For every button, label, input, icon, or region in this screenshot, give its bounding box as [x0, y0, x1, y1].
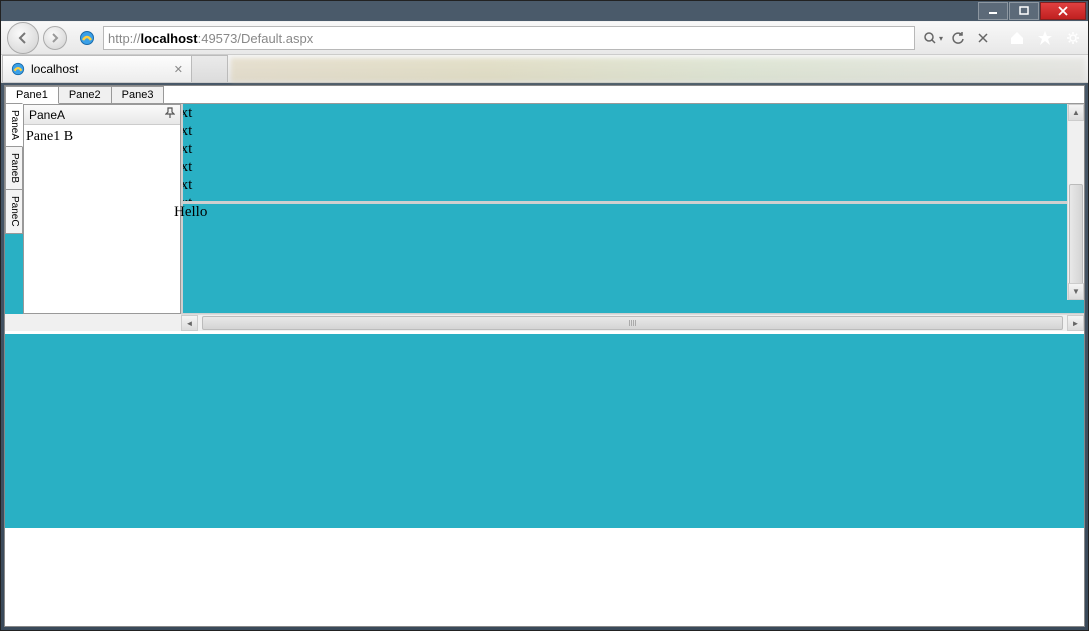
- pane-popout: PaneA Pane1 B: [23, 104, 181, 314]
- maximize-button[interactable]: [1009, 2, 1039, 20]
- hscroll-thumb[interactable]: [202, 316, 1063, 330]
- text-line: ext: [183, 140, 1084, 158]
- text-line: ext: [183, 122, 1084, 140]
- new-tab-button[interactable]: [192, 55, 228, 82]
- browser-tab-strip: localhost ✕: [1, 55, 1088, 83]
- text-block-top: ext ext ext ext ext ext: [183, 104, 1084, 204]
- horizontal-scrollbar[interactable]: ◄ ►: [181, 314, 1084, 331]
- stop-button[interactable]: [972, 27, 994, 49]
- app-tab-strip: Pane1 Pane2 Pane3: [5, 86, 1084, 104]
- hscroll-grip-icon: [629, 320, 637, 326]
- hscroll-row: ◄ ►: [5, 314, 1084, 331]
- hello-block: Hello: [183, 204, 1084, 314]
- upper-split: PaneA PaneB PaneC PaneA Pane1 B ext ext: [5, 104, 1084, 314]
- pane-title: PaneA: [29, 108, 65, 122]
- app-tab-pane2[interactable]: Pane2: [58, 86, 112, 103]
- address-bar[interactable]: http://localhost:49573/Default.aspx: [103, 26, 915, 50]
- favorites-icon[interactable]: [1036, 29, 1054, 47]
- url-path: :49573/Default.aspx: [198, 31, 314, 46]
- forward-button[interactable]: [43, 26, 67, 50]
- ie-favicon-icon: [11, 62, 25, 76]
- right-column: ext ext ext ext ext ext Hello ▲ ▼: [181, 104, 1084, 314]
- scroll-right-icon[interactable]: ►: [1067, 315, 1084, 331]
- text-line: ext: [183, 176, 1084, 194]
- pane-header[interactable]: PaneA: [24, 105, 180, 125]
- hello-text: Hello: [174, 204, 1084, 221]
- browser-tab-localhost[interactable]: localhost ✕: [2, 55, 192, 82]
- back-button[interactable]: [7, 22, 39, 54]
- dock-tab-paneb[interactable]: PaneB: [5, 146, 23, 190]
- dock-tab-panea[interactable]: PaneA: [5, 103, 23, 147]
- text-line: ext: [183, 194, 1084, 204]
- search-button[interactable]: ▾: [922, 27, 944, 49]
- pane-body: Pane1 B: [24, 125, 180, 313]
- home-icon[interactable]: [1008, 29, 1026, 47]
- app-tab-pane3[interactable]: Pane3: [111, 86, 165, 103]
- dock-tab-panec[interactable]: PaneC: [5, 189, 23, 234]
- toolbar-icons: [1008, 29, 1082, 47]
- url-protocol: http://: [108, 31, 141, 46]
- lower-panel: [5, 331, 1084, 528]
- search-dropdown-icon: ▾: [939, 34, 943, 43]
- vertical-scrollbar[interactable]: ▲ ▼: [1067, 104, 1084, 300]
- close-button[interactable]: [1040, 2, 1086, 20]
- refresh-button[interactable]: [947, 27, 969, 49]
- minimize-button[interactable]: [978, 2, 1008, 20]
- text-line: ext: [183, 104, 1084, 122]
- aero-glass-strip: [231, 58, 1085, 82]
- url-host: localhost: [141, 31, 198, 46]
- titlebar: [1, 1, 1088, 21]
- ie-page-icon: [79, 30, 95, 46]
- browser-window: http://localhost:49573/Default.aspx ▾ lo…: [0, 0, 1089, 631]
- pin-icon[interactable]: [165, 107, 175, 122]
- text-line: ext: [183, 158, 1084, 176]
- scroll-up-icon[interactable]: ▲: [1068, 104, 1084, 121]
- vscroll-thumb[interactable]: [1069, 184, 1083, 294]
- main-panel: PaneA PaneB PaneC PaneA Pane1 B ext ext: [5, 104, 1084, 528]
- hscroll-track[interactable]: [198, 315, 1067, 331]
- browser-tab-title: localhost: [31, 62, 78, 76]
- app-tab-pane1[interactable]: Pane1: [5, 86, 59, 104]
- scroll-left-icon[interactable]: ◄: [181, 315, 198, 331]
- address-controls: ▾: [922, 27, 994, 49]
- settings-gear-icon[interactable]: [1064, 29, 1082, 47]
- scroll-down-icon[interactable]: ▼: [1068, 283, 1084, 300]
- dock-tab-strip: PaneA PaneB PaneC: [5, 104, 23, 314]
- nav-bar: http://localhost:49573/Default.aspx ▾: [1, 21, 1088, 55]
- page-content: Pane1 Pane2 Pane3 PaneA PaneB PaneC Pane…: [4, 85, 1085, 627]
- tab-close-icon[interactable]: ✕: [174, 63, 183, 76]
